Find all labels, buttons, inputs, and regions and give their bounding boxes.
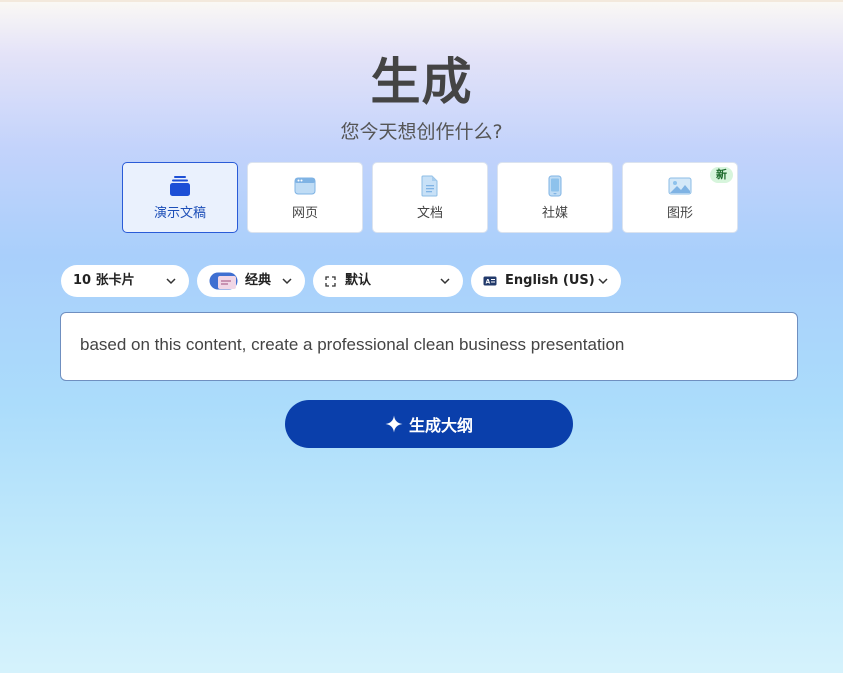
type-card-label: 文档 [416,205,443,221]
presentation-stack-icon [168,174,192,198]
cards-count-dropdown[interactable]: 10 张卡片 [61,265,189,297]
content-type-selector: 演示文稿 网页 文档 社媒 新 图形 [122,162,738,233]
generate-outline-button[interactable]: 生成大纲 [285,400,573,448]
type-card-label: 社媒 [541,205,568,221]
top-border [0,0,843,2]
language-value: English (US) [505,273,595,288]
new-badge: 新 [710,167,733,183]
prompt-input[interactable]: based on this content, create a professi… [60,312,798,381]
page-title: 生成 [370,53,473,111]
theme-thumbnail-icon [209,272,238,290]
type-card-document[interactable]: 文档 [372,162,488,233]
webpage-icon [293,174,317,198]
generate-button-label: 生成大纲 [408,416,473,435]
cards-count-value: 10 张卡片 [73,273,135,288]
image-icon [668,174,692,198]
page-subtitle: 您今天想创作什么? [340,121,503,143]
type-card-label: 图形 [666,205,693,221]
chevron-down-icon [597,275,609,291]
type-card-webpage[interactable]: 网页 [247,162,363,233]
chevron-down-icon [439,275,451,291]
sparkle-icon [385,415,403,433]
language-dropdown[interactable]: A English (US) [471,265,621,297]
chevron-down-icon [281,275,293,291]
dimension-dropdown[interactable]: 默认 [313,265,463,297]
type-card-social[interactable]: 社媒 [497,162,613,233]
type-card-label: 演示文稿 [153,205,206,221]
type-card-presentation[interactable]: 演示文稿 [122,162,238,233]
theme-value: 经典 [245,273,272,288]
mobile-phone-icon [543,174,567,198]
theme-dropdown[interactable]: 经典 [197,265,305,297]
document-icon [418,174,442,198]
type-card-label: 网页 [291,205,318,221]
chevron-down-icon [165,275,177,291]
type-card-graphic[interactable]: 新 图形 [622,162,738,233]
language-icon: A [483,276,497,286]
aspect-ratio-icon [325,275,336,287]
svg-text:A: A [486,279,491,286]
dimension-value: 默认 [345,273,372,288]
